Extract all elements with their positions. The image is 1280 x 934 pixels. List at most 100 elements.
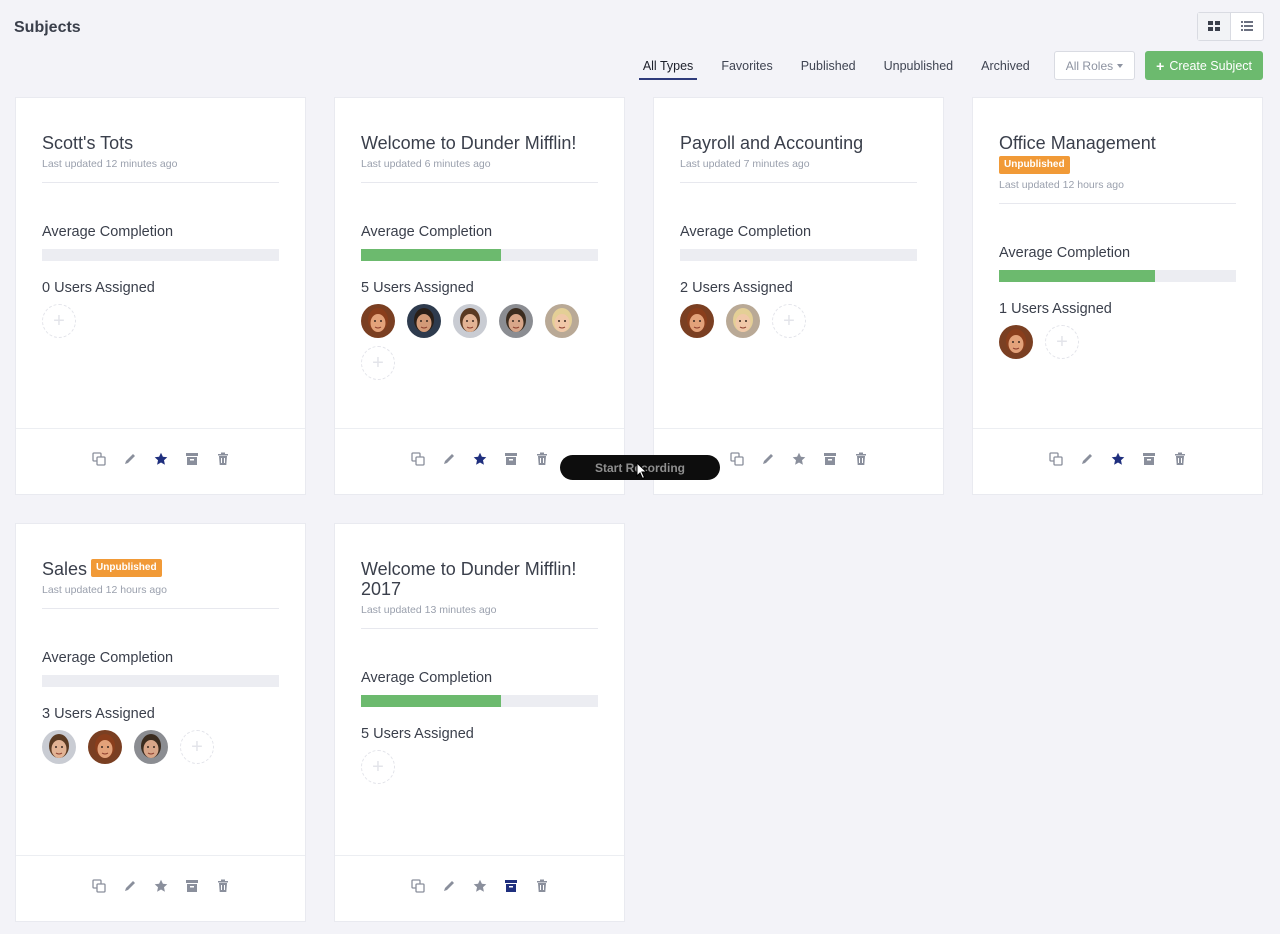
last-updated: Last updated 13 minutes ago xyxy=(361,604,497,616)
duplicate-button[interactable] xyxy=(83,879,114,899)
subject-card[interactable]: Payroll and Accounting Last updated 7 mi… xyxy=(654,98,943,494)
page-title: Subjects xyxy=(14,19,81,36)
delete-button[interactable] xyxy=(845,452,876,472)
filter-bar: All Types Favorites Published Unpublishe… xyxy=(629,51,1263,80)
favorite-button[interactable] xyxy=(145,879,176,899)
archive-button[interactable] xyxy=(495,452,526,472)
add-user-button[interactable]: + xyxy=(361,346,395,380)
avatar[interactable] xyxy=(407,304,441,338)
divider xyxy=(680,182,917,183)
plus-icon: + xyxy=(53,309,65,332)
avatar[interactable] xyxy=(361,304,395,338)
card-title[interactable]: Welcome to Dunder Mifflin! xyxy=(361,133,598,153)
avatar[interactable] xyxy=(134,730,168,765)
last-updated: Last updated 7 minutes ago xyxy=(680,158,810,170)
card-actions xyxy=(973,428,1262,494)
divider xyxy=(42,182,279,183)
average-completion-label: Average Completion xyxy=(999,245,1131,262)
add-user-button[interactable]: + xyxy=(361,750,395,784)
avatar[interactable] xyxy=(453,304,487,338)
delete-button[interactable] xyxy=(207,879,238,899)
subject-card[interactable]: Welcome to Dunder Mifflin! 2017 Last upd… xyxy=(335,524,624,921)
completion-bar xyxy=(42,249,279,261)
star-icon xyxy=(154,452,168,471)
completion-bar xyxy=(680,249,917,261)
avatar[interactable] xyxy=(999,325,1033,360)
card-title[interactable]: Office Management xyxy=(999,133,1236,153)
star-icon xyxy=(792,452,806,471)
subject-card[interactable]: Sales Unpublished Last updated 12 hours a… xyxy=(16,524,305,921)
archive-button[interactable] xyxy=(176,879,207,899)
edit-button[interactable] xyxy=(1071,452,1102,472)
trash-icon xyxy=(216,879,230,898)
users-assigned-label: 3 Users Assigned xyxy=(42,706,155,723)
avatar[interactable] xyxy=(499,304,533,338)
archive-button[interactable] xyxy=(814,452,845,472)
pencil-icon xyxy=(1080,452,1094,471)
avatar[interactable] xyxy=(545,304,579,338)
tab-unpublished[interactable]: Unpublished xyxy=(880,51,958,80)
last-updated: Last updated 6 minutes ago xyxy=(361,158,491,170)
plus-icon: + xyxy=(783,309,795,332)
archive-icon xyxy=(185,452,199,471)
roles-dropdown[interactable]: All Roles xyxy=(1053,51,1136,80)
plus-icon: + xyxy=(372,755,384,778)
users-assigned-label: 5 Users Assigned xyxy=(361,726,474,742)
pencil-icon xyxy=(123,452,137,471)
cursor-icon xyxy=(636,461,648,485)
avatar[interactable] xyxy=(42,730,76,765)
average-completion-label: Average Completion xyxy=(680,224,812,240)
duplicate-icon xyxy=(410,452,425,471)
add-user-button[interactable]: + xyxy=(42,304,76,338)
duplicate-button[interactable] xyxy=(402,452,433,472)
delete-button[interactable] xyxy=(207,452,238,472)
plus-icon: + xyxy=(1056,330,1068,353)
duplicate-button[interactable] xyxy=(721,452,752,472)
archive-button[interactable] xyxy=(1133,452,1164,472)
avatar[interactable] xyxy=(88,730,122,765)
card-title[interactable]: Sales xyxy=(42,559,87,579)
avatar[interactable] xyxy=(680,304,714,338)
subject-card[interactable]: Office Management Unpublished Last updat… xyxy=(973,98,1262,494)
tab-favorites[interactable]: Favorites xyxy=(717,51,776,80)
tab-published[interactable]: Published xyxy=(797,51,860,80)
grid-view-button[interactable] xyxy=(1198,13,1230,40)
favorite-button[interactable] xyxy=(464,452,495,472)
add-user-button[interactable]: + xyxy=(772,304,806,338)
favorite-button[interactable] xyxy=(783,452,814,472)
delete-button[interactable] xyxy=(526,452,557,472)
card-title[interactable]: Payroll and Accounting xyxy=(680,133,917,153)
edit-button[interactable] xyxy=(114,879,145,899)
archive-icon xyxy=(504,879,518,898)
list-view-button[interactable] xyxy=(1230,13,1263,40)
card-title[interactable]: Scott's Tots xyxy=(42,133,279,153)
archive-button[interactable] xyxy=(495,879,526,899)
duplicate-button[interactable] xyxy=(1040,452,1071,472)
edit-button[interactable] xyxy=(433,879,464,899)
favorite-button[interactable] xyxy=(145,452,176,472)
duplicate-button[interactable] xyxy=(402,879,433,899)
favorite-button[interactable] xyxy=(464,879,495,899)
unpublished-badge: Unpublished xyxy=(999,156,1070,174)
card-title[interactable]: Welcome to Dunder Mifflin! 2017 xyxy=(361,559,596,599)
delete-button[interactable] xyxy=(1164,452,1195,472)
delete-button[interactable] xyxy=(526,879,557,899)
create-subject-button[interactable]: + Create Subject xyxy=(1145,51,1263,80)
subject-card[interactable]: Welcome to Dunder Mifflin! Last updated … xyxy=(335,98,624,494)
tab-all-types[interactable]: All Types xyxy=(638,51,698,80)
users-assigned-label: 2 Users Assigned xyxy=(680,280,793,296)
avatar[interactable] xyxy=(726,304,760,338)
subject-card[interactable]: Scott's Tots Last updated 12 minutes ago… xyxy=(16,98,305,494)
edit-button[interactable] xyxy=(433,452,464,472)
plus-icon: + xyxy=(191,735,203,758)
add-user-button[interactable]: + xyxy=(180,730,214,765)
edit-button[interactable] xyxy=(114,452,145,472)
edit-button[interactable] xyxy=(752,452,783,472)
archive-button[interactable] xyxy=(176,452,207,472)
favorite-button[interactable] xyxy=(1102,452,1133,472)
plus-icon: + xyxy=(372,351,384,374)
tab-archived[interactable]: Archived xyxy=(977,51,1034,80)
add-user-button[interactable]: + xyxy=(1045,325,1079,360)
duplicate-button[interactable] xyxy=(83,452,114,472)
archive-icon xyxy=(1142,452,1156,471)
